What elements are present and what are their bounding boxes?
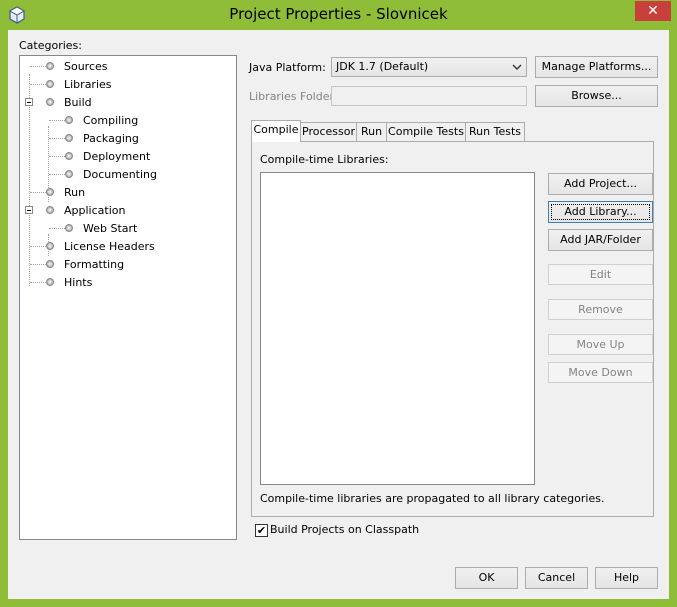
- category-license-headers[interactable]: License Headers: [64, 238, 155, 256]
- libraries-folder-label: Libraries Folder:: [249, 90, 338, 103]
- tab-run[interactable]: Run: [356, 122, 387, 141]
- propagation-note: Compile-time libraries are propagated to…: [260, 492, 605, 505]
- category-application[interactable]: Application: [64, 202, 125, 220]
- collapse-build-icon[interactable]: [25, 98, 33, 106]
- tab-compile[interactable]: Compile: [251, 120, 301, 142]
- tree-line: [30, 66, 46, 67]
- move-down-button[interactable]: Move Down: [548, 362, 653, 383]
- category-run[interactable]: Run: [64, 184, 85, 202]
- edit-button[interactable]: Edit: [548, 264, 653, 285]
- tree-line: [49, 228, 65, 229]
- browse-button[interactable]: Browse...: [535, 85, 658, 107]
- tree-line: [30, 246, 46, 247]
- java-platform-value: JDK 1.7 (Default): [336, 60, 429, 73]
- tree-line: [49, 120, 65, 121]
- checkmark-icon: ✔: [256, 524, 267, 537]
- compile-libraries-label: Compile-time Libraries:: [260, 153, 389, 166]
- compile-libraries-list[interactable]: [260, 172, 535, 485]
- add-jar-folder-button[interactable]: Add JAR/Folder: [548, 229, 653, 251]
- tab-compile-tests[interactable]: Compile Tests: [386, 122, 466, 141]
- category-hints[interactable]: Hints: [64, 274, 92, 292]
- node-dot-icon: [46, 206, 54, 214]
- tree-line: [49, 174, 65, 175]
- build-projects-label[interactable]: Build Projects on Classpath: [270, 523, 419, 536]
- ok-button[interactable]: OK: [455, 567, 518, 589]
- window-title: Project Properties - Slovnicek: [229, 5, 448, 23]
- category-deployment[interactable]: Deployment: [83, 148, 150, 166]
- category-libraries[interactable]: Libraries: [62, 76, 114, 94]
- category-packaging[interactable]: Packaging: [83, 130, 139, 148]
- tree-line: [30, 264, 46, 265]
- node-dot-icon: [65, 116, 73, 124]
- remove-button[interactable]: Remove: [548, 299, 653, 320]
- tree-line: [30, 192, 46, 193]
- tree-line: [30, 282, 46, 283]
- java-platform-label: Java Platform:: [249, 61, 326, 74]
- node-dot-icon: [46, 98, 54, 106]
- node-dot-icon: [65, 134, 73, 142]
- add-library-button[interactable]: Add Library...: [548, 201, 653, 223]
- category-formatting[interactable]: Formatting: [64, 256, 124, 274]
- dialog-client: Categories: Sources Libraries Build Comp…: [8, 30, 669, 599]
- categories-tree[interactable]: Sources Libraries Build Compiling Packag…: [19, 55, 237, 540]
- manage-platforms-button[interactable]: Manage Platforms...: [535, 56, 658, 78]
- node-dot-icon: [65, 152, 73, 160]
- node-dot-icon: [65, 224, 73, 232]
- category-web-start[interactable]: Web Start: [83, 220, 137, 238]
- chevron-down-icon: [512, 64, 522, 70]
- category-documenting[interactable]: Documenting: [83, 166, 157, 184]
- tree-line: [49, 138, 65, 139]
- category-sources[interactable]: Sources: [64, 58, 108, 76]
- move-up-button[interactable]: Move Up: [548, 334, 653, 355]
- categories-label: Categories:: [19, 39, 82, 52]
- tab-processor[interactable]: Processor: [300, 122, 357, 141]
- tree-line: [49, 156, 65, 157]
- collapse-application-icon[interactable]: [25, 206, 33, 214]
- title-bar: Project Properties - Slovnicek ✕: [0, 0, 677, 30]
- node-dot-icon: [46, 62, 54, 70]
- node-dot-icon: [46, 188, 54, 196]
- close-icon: ✕: [647, 3, 659, 19]
- close-button[interactable]: ✕: [635, 1, 671, 21]
- libraries-folder-field: [331, 86, 527, 106]
- node-dot-icon: [46, 278, 54, 286]
- node-dot-icon: [46, 80, 54, 88]
- category-compiling[interactable]: Compiling: [83, 112, 138, 130]
- node-dot-icon: [46, 260, 54, 268]
- node-dot-icon: [46, 242, 54, 250]
- node-dot-icon: [65, 170, 73, 178]
- dialog-window: Project Properties - Slovnicek ✕ Categor…: [0, 0, 677, 607]
- build-projects-checkbox[interactable]: ✔: [255, 524, 268, 537]
- help-button[interactable]: Help: [595, 567, 658, 589]
- tree-line: [30, 84, 46, 85]
- java-platform-select[interactable]: JDK 1.7 (Default): [331, 57, 527, 77]
- add-project-button[interactable]: Add Project...: [548, 173, 653, 195]
- category-build[interactable]: Build: [64, 94, 92, 112]
- tab-run-tests[interactable]: Run Tests: [465, 122, 525, 141]
- cancel-button[interactable]: Cancel: [525, 567, 588, 589]
